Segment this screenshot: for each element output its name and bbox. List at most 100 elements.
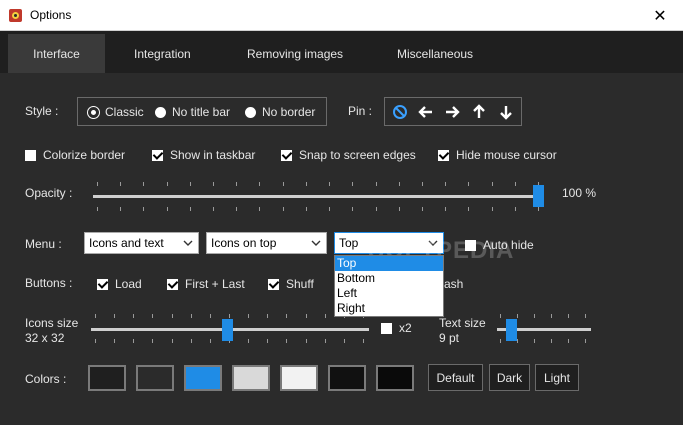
text-size-value: 9 pt [439,331,460,345]
window-title: Options [30,8,72,22]
color-swatch[interactable] [232,365,270,391]
slider-tick [267,314,268,318]
slider-tick [248,314,249,318]
slider-tick [468,182,469,186]
shuffle-checkbox[interactable]: Shuff [268,277,314,291]
checkbox-box [152,149,163,161]
dropdown-option-left[interactable]: Left [335,286,443,301]
radio-dot [155,106,166,118]
no-pin-icon [393,105,407,119]
icons-size-slider-thumb[interactable] [222,319,233,341]
menu-position-select[interactable]: Icons on top [206,232,327,254]
close-icon: ✕ [653,7,667,25]
slider-tick [538,207,539,211]
tab-interface[interactable]: Interface [8,34,105,73]
color-swatch[interactable] [280,365,318,391]
slider-tick [515,207,516,211]
color-swatch[interactable] [184,365,222,391]
dropdown-option-right[interactable]: Right [335,301,443,316]
text-size-slider-thumb[interactable] [506,319,517,341]
slider-tick [229,314,230,318]
color-swatch[interactable] [136,365,174,391]
checkbox-label: Hide mouse cursor [456,148,557,162]
pin-label: Pin : [348,104,373,118]
slider-tick [306,314,307,318]
chevron-down-icon [311,240,321,246]
slider-tick [286,339,287,343]
slider-tick [172,314,173,318]
text-size-label: Text size [439,316,486,330]
slider-tick [306,182,307,186]
slider-tick [500,314,501,318]
slider-tick [97,207,98,211]
slider-tick [167,207,168,211]
close-button[interactable]: ✕ [637,0,683,31]
pin-down-button[interactable] [495,100,517,124]
slider-tick [329,207,330,211]
x2-checkbox[interactable]: x2 [381,321,412,335]
slider-tick [352,182,353,186]
color-swatch[interactable] [88,365,126,391]
slider-tick [445,182,446,186]
style-no-border-radio[interactable]: No border [245,105,315,119]
color-swatch[interactable] [328,365,366,391]
slider-tick [515,182,516,186]
slider-tick [329,182,330,186]
style-classic-radio[interactable]: Classic [88,105,144,119]
opacity-slider-thumb[interactable] [533,185,544,207]
style-no-title-bar-radio[interactable]: No title bar [155,105,230,119]
dropdown-option-bottom[interactable]: Bottom [335,271,443,286]
interface-panel: Style : Classic No title bar No border P… [0,73,683,425]
tab-integration[interactable]: Integration [120,34,205,73]
slider-tick [568,339,569,343]
default-theme-button[interactable]: Default [428,364,483,391]
checkbox-label: Shuff [286,277,314,291]
slider-tick [172,339,173,343]
slider-tick [306,339,307,343]
load-checkbox[interactable]: Load [97,277,142,291]
slider-tick [152,339,153,343]
select-value: Icons and text [89,236,164,250]
trash-checkbox-label[interactable]: ash [444,277,463,291]
color-swatch[interactable] [376,365,414,391]
radio-label: Classic [105,105,144,119]
show-in-taskbar-checkbox[interactable]: Show in taskbar [152,148,255,162]
color-swatches [88,365,418,391]
arrow-down-icon [500,106,512,120]
buttons-label: Buttons : [25,276,73,290]
checkbox-label: Show in taskbar [170,148,256,162]
slider-tick [551,339,552,343]
checkbox-box [25,149,36,161]
slider-tick [422,182,423,186]
dark-theme-button[interactable]: Dark [489,364,530,391]
slider-tick [399,182,400,186]
slider-tick [568,314,569,318]
tab-removing-images[interactable]: Removing images [233,34,357,73]
pin-none-button[interactable] [389,100,411,124]
light-theme-button[interactable]: Light [535,364,579,391]
pin-left-button[interactable] [415,100,437,124]
tab-miscellaneous[interactable]: Miscellaneous [383,34,487,73]
opacity-slider-track[interactable] [93,195,543,198]
slider-tick [120,182,121,186]
icons-size-value: 32 x 32 [25,331,65,345]
slider-tick [259,182,260,186]
first-last-checkbox[interactable]: First + Last [167,277,245,291]
slider-tick [534,314,535,318]
pin-right-button[interactable] [441,100,463,124]
dropdown-option-top[interactable]: Top [335,256,443,271]
menu-content-select[interactable]: Icons and text [84,232,199,254]
checkbox-box [97,278,108,290]
slider-tick [236,182,237,186]
checkbox-label: Colorize border [43,148,126,162]
slider-tick [492,182,493,186]
slider-tick [190,207,191,211]
slider-tick [500,339,501,343]
slider-tick [133,314,134,318]
hide-mouse-cursor-checkbox[interactable]: Hide mouse cursor [438,148,557,162]
checkbox-label: Load [115,277,142,291]
slider-tick [534,339,535,343]
colorize-border-checkbox[interactable]: Colorize border [25,148,125,162]
snap-to-edges-checkbox[interactable]: Snap to screen edges [281,148,416,162]
pin-up-button[interactable] [468,100,490,124]
